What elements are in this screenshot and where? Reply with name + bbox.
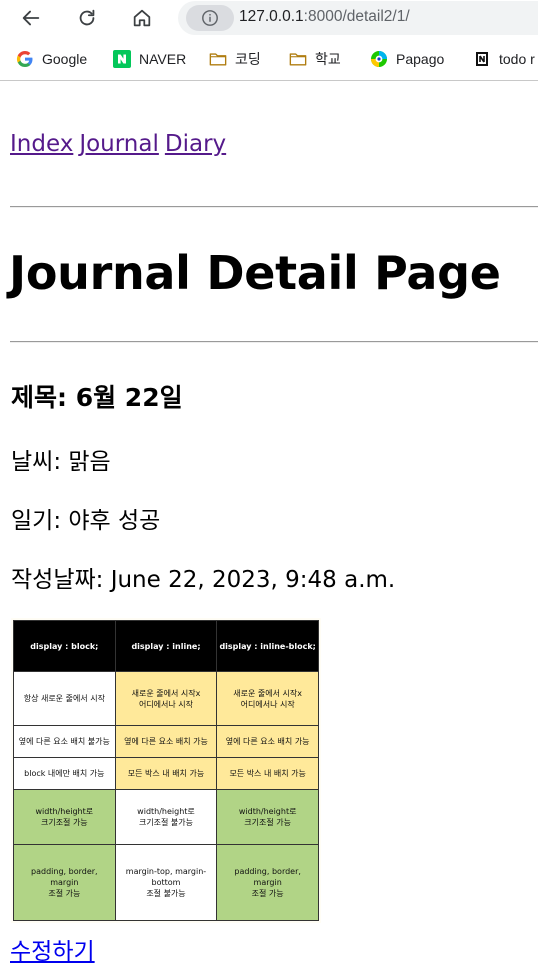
url-path: :8000/detail2/1/ [303,8,410,25]
table-cell: block 내에만 배치 가능 [13,757,116,791]
table-cell: 새로운 줄에서 시작x 어디에서나 시작 [114,670,218,727]
bookmark-todo[interactable]: todo r [473,48,535,70]
table-cell: 옆에 다른 요소 배치 불가능 [13,725,116,759]
table-cell: margin-top, margin-bottom 조절 불가능 [114,843,218,922]
bookmark-label: NAVER [139,51,187,67]
table-row: 항상 새로운 줄에서 시작 새로운 줄에서 시작x 어디에서나 시작 새로운 줄에서… [13,670,319,727]
table-row: width/height로 크기조절 가능 width/height로 크기조절 … [13,789,319,845]
home-button[interactable] [127,3,157,33]
google-icon [16,50,34,68]
folder-icon [209,50,227,68]
table-header-row: display : block; display : inline; display… [13,620,319,672]
table-header-cell: display : inline; [114,620,218,672]
table-cell: 새로운 줄에서 시작x 어디에서나 시작 [216,670,319,727]
notion-icon [473,50,491,68]
journal-diary: 일기: 야후 성공 [11,508,161,534]
table-cell: 옆에 다른 요소 배치 가능 [216,725,319,759]
home-icon [133,9,151,27]
papago-icon [370,50,388,68]
top-nav: Index Journal Diary [10,131,232,157]
table-cell: width/height로 크기조절 불가능 [114,789,218,845]
info-icon [202,10,218,26]
table-cell: 옆에 다른 요소 배치 가능 [114,725,218,759]
bookmarks-bar: Google NAVER 코딩 학교 Papago todo r [0,37,538,81]
bookmark-label: todo r [499,51,535,67]
table-cell: width/height로 크기조절 가능 [216,789,319,845]
nav-link-index[interactable]: Index [10,131,73,157]
bookmark-folder-school[interactable]: 학교 [289,48,341,70]
display-comparison-table: display : block; display : inline; display… [13,620,319,922]
table-header-cell: display : block; [13,620,116,672]
table-cell: 모든 박스 내 배치 가능 [114,757,218,791]
table-cell: 항상 새로운 줄에서 시작 [13,670,116,727]
folder-icon [289,50,307,68]
table-row: 옆에 다른 요소 배치 불가능 옆에 다른 요소 배치 가능 옆에 다른 요소 배치… [13,725,319,759]
reload-icon [79,9,95,26]
url-text[interactable]: 127.0.0.1:8000/detail2/1/ [239,8,410,26]
browser-toolbar: 127.0.0.1:8000/detail2/1/ [0,0,538,37]
edit-link[interactable]: 수정하기 [10,932,95,966]
naver-icon [113,50,131,68]
table-cell: 모든 박스 내 배치 가능 [216,757,319,791]
page-title: Journal Detail Page [9,246,501,300]
journal-image: display : block; display : inline; display… [11,618,321,923]
journal-subject: 제목: 6월 22일 [11,383,183,412]
table-row: padding, border, margin 조절 가능 margin-top,… [13,843,319,922]
bookmark-google[interactable]: Google [16,48,87,70]
bookmark-naver[interactable]: NAVER [113,48,186,70]
back-button[interactable] [16,3,46,33]
journal-weather: 날씨: 맑음 [11,449,111,475]
nav-link-diary[interactable]: Diary [165,131,226,157]
bookmark-papago[interactable]: Papago [370,48,444,70]
journal-created-date: 작성날짜: June 22, 2023, 9:48 a.m. [11,567,396,593]
bookmark-label: Google [42,51,88,67]
divider [10,206,538,208]
bookmark-folder-coding[interactable]: 코딩 [209,48,261,70]
bookmark-label: Papago [396,51,445,67]
bookmark-label: 코딩 [235,51,261,67]
table-cell: padding, border, margin 조절 가능 [216,843,319,922]
site-info-button[interactable] [186,5,234,31]
table-row: block 내에만 배치 가능 모든 박스 내 배치 가능 모든 박스 내 배치 가… [13,757,319,791]
divider [10,341,538,343]
table-cell: width/height로 크기조절 가능 [13,789,116,845]
table-cell: padding, border, margin 조절 가능 [13,843,116,922]
bookmark-label: 학교 [315,51,341,67]
nav-link-journal[interactable]: Journal [79,131,159,157]
table-header-cell: display : inline-block; [216,620,319,672]
arrow-left-icon [22,10,40,26]
reload-button[interactable] [72,3,102,33]
address-bar[interactable]: 127.0.0.1:8000/detail2/1/ [178,1,538,35]
url-host: 127.0.0.1 [239,8,304,25]
